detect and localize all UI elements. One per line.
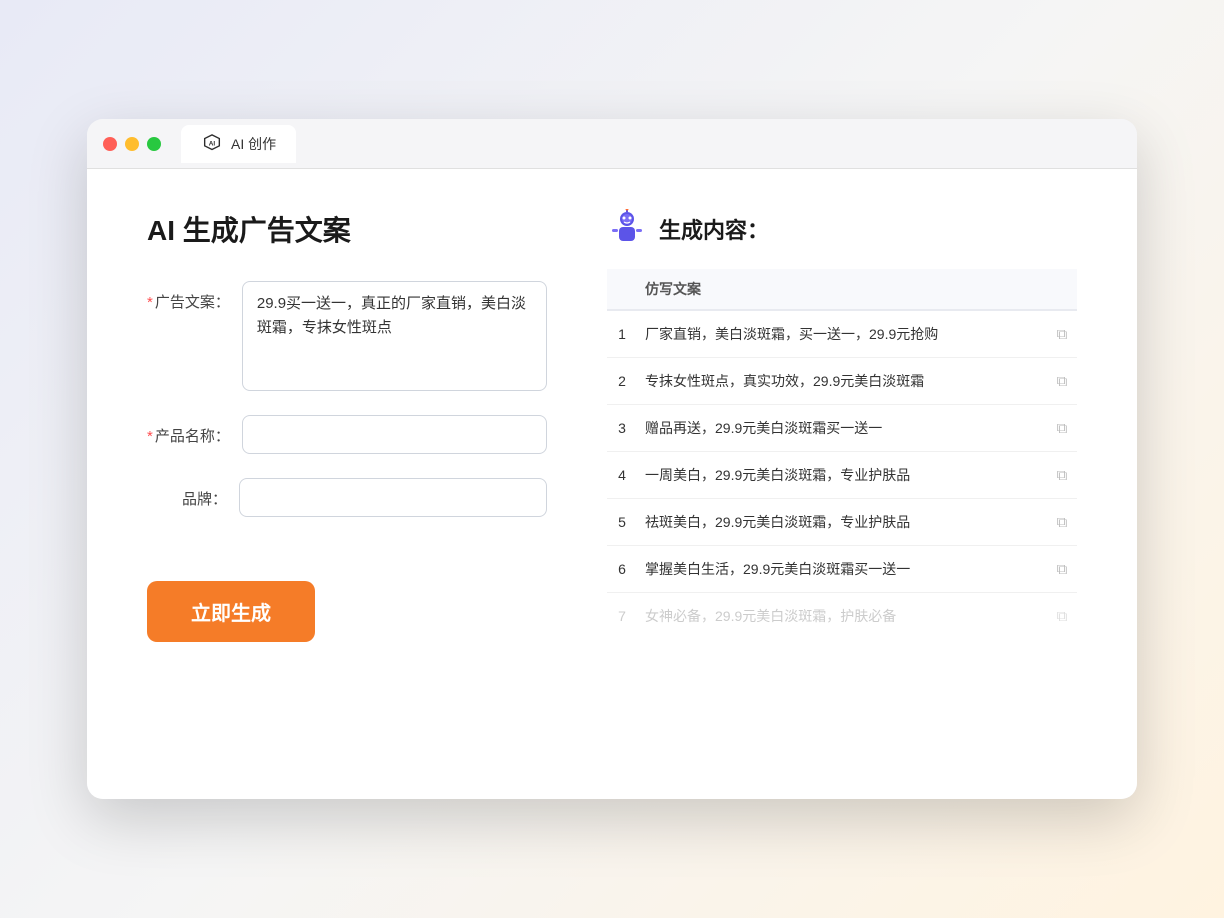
copy-cell[interactable]: ⧉ bbox=[1047, 499, 1077, 546]
row-number: 3 bbox=[607, 405, 637, 452]
table-row: 5祛斑美白，29.9元美白淡斑霜，专业护肤品 ⧉ bbox=[607, 499, 1077, 546]
ai-tab-icon: AI bbox=[201, 133, 223, 155]
copy-cell[interactable]: ⧉ bbox=[1047, 358, 1077, 405]
row-number: 5 bbox=[607, 499, 637, 546]
copy-icon[interactable]: ⧉ bbox=[1057, 514, 1068, 531]
row-text: 厂家直销，美白淡斑霜，买一送一，29.9元抢购 bbox=[637, 310, 1047, 358]
table-row: 6掌握美白生活，29.9元美白淡斑霜买一送一 ⧉ bbox=[607, 546, 1077, 593]
browser-window: AI AI 创作 AI 生成广告文案 *广告文案： 29.9买一送一，真正的厂家… bbox=[87, 119, 1137, 799]
row-number: 1 bbox=[607, 310, 637, 358]
svg-text:AI: AI bbox=[209, 140, 216, 147]
table-row: 2专抹女性斑点，真实功效，29.9元美白淡斑霜 ⧉ bbox=[607, 358, 1077, 405]
result-title: 生成内容： bbox=[659, 213, 769, 245]
table-row: 4一周美白，29.9元美白淡斑霜，专业护肤品 ⧉ bbox=[607, 452, 1077, 499]
form-group-brand: 品牌： 好白 bbox=[147, 478, 547, 517]
table-row: 1厂家直销，美白淡斑霜，买一送一，29.9元抢购 ⧉ bbox=[607, 310, 1077, 358]
copy-icon[interactable]: ⧉ bbox=[1057, 420, 1068, 437]
label-product: *产品名称： bbox=[147, 415, 230, 446]
table-row: 3赠品再送，29.9元美白淡斑霜买一送一 ⧉ bbox=[607, 405, 1077, 452]
label-adcopy: *广告文案： bbox=[147, 281, 230, 312]
form-group-product: *产品名称： 美白淡斑霜 bbox=[147, 415, 547, 454]
required-mark-adcopy: * bbox=[147, 294, 153, 311]
brand-input[interactable]: 好白 bbox=[239, 478, 547, 517]
copy-cell[interactable]: ⧉ bbox=[1047, 452, 1077, 499]
row-text: 祛斑美白，29.9元美白淡斑霜，专业护肤品 bbox=[637, 499, 1047, 546]
row-text: 赠品再送，29.9元美白淡斑霜买一送一 bbox=[637, 405, 1047, 452]
row-text: 一周美白，29.9元美白淡斑霜，专业护肤品 bbox=[637, 452, 1047, 499]
copy-icon[interactable]: ⧉ bbox=[1057, 608, 1068, 625]
table-row: 7女神必备，29.9元美白淡斑霜，护肤必备 ⧉ bbox=[607, 593, 1077, 640]
row-text: 掌握美白生活，29.9元美白淡斑霜买一送一 bbox=[637, 546, 1047, 593]
row-number: 4 bbox=[607, 452, 637, 499]
robot-icon bbox=[607, 209, 647, 249]
copy-icon[interactable]: ⧉ bbox=[1057, 561, 1068, 578]
browser-tab[interactable]: AI AI 创作 bbox=[181, 125, 296, 163]
form-group-adcopy: *广告文案： 29.9买一送一，真正的厂家直销，美白淡斑霜，专抹女性斑点 bbox=[147, 281, 547, 391]
result-table: 仿写文案 1厂家直销，美白淡斑霜，买一送一，29.9元抢购⧉2专抹女性斑点，真实… bbox=[607, 269, 1077, 639]
copy-cell[interactable]: ⧉ bbox=[1047, 593, 1077, 640]
result-header: 生成内容： bbox=[607, 209, 1077, 249]
product-input[interactable]: 美白淡斑霜 bbox=[242, 415, 547, 454]
tab-title: AI 创作 bbox=[231, 134, 276, 154]
row-text: 专抹女性斑点，真实功效，29.9元美白淡斑霜 bbox=[637, 358, 1047, 405]
generate-button[interactable]: 立即生成 bbox=[147, 581, 315, 642]
main-content: AI 生成广告文案 *广告文案： 29.9买一送一，真正的厂家直销，美白淡斑霜，… bbox=[87, 169, 1137, 799]
copy-cell[interactable]: ⧉ bbox=[1047, 405, 1077, 452]
col-num bbox=[607, 269, 637, 310]
right-panel: 生成内容： 仿写文案 1厂家直销，美白淡斑霜，买一送一，29.9元抢购⧉2专抹女… bbox=[607, 209, 1077, 759]
row-number: 7 bbox=[607, 593, 637, 640]
copy-icon[interactable]: ⧉ bbox=[1057, 467, 1068, 484]
left-panel: AI 生成广告文案 *广告文案： 29.9买一送一，真正的厂家直销，美白淡斑霜，… bbox=[147, 209, 547, 759]
adcopy-textarea[interactable]: 29.9买一送一，真正的厂家直销，美白淡斑霜，专抹女性斑点 bbox=[242, 281, 547, 391]
page-title: AI 生成广告文案 bbox=[147, 209, 547, 249]
maximize-button[interactable] bbox=[147, 137, 161, 151]
row-number: 2 bbox=[607, 358, 637, 405]
row-text: 女神必备，29.9元美白淡斑霜，护肤必备 bbox=[637, 593, 1047, 640]
close-button[interactable] bbox=[103, 137, 117, 151]
copy-icon[interactable]: ⧉ bbox=[1057, 326, 1068, 343]
copy-cell[interactable]: ⧉ bbox=[1047, 546, 1077, 593]
copy-cell[interactable]: ⧉ bbox=[1047, 310, 1077, 358]
minimize-button[interactable] bbox=[125, 137, 139, 151]
traffic-lights bbox=[103, 137, 161, 151]
copy-icon[interactable]: ⧉ bbox=[1057, 373, 1068, 390]
titlebar: AI AI 创作 bbox=[87, 119, 1137, 169]
col-text: 仿写文案 bbox=[637, 269, 1047, 310]
label-brand: 品牌： bbox=[147, 478, 227, 509]
col-action bbox=[1047, 269, 1077, 310]
required-mark-product: * bbox=[147, 428, 153, 445]
row-number: 6 bbox=[607, 546, 637, 593]
